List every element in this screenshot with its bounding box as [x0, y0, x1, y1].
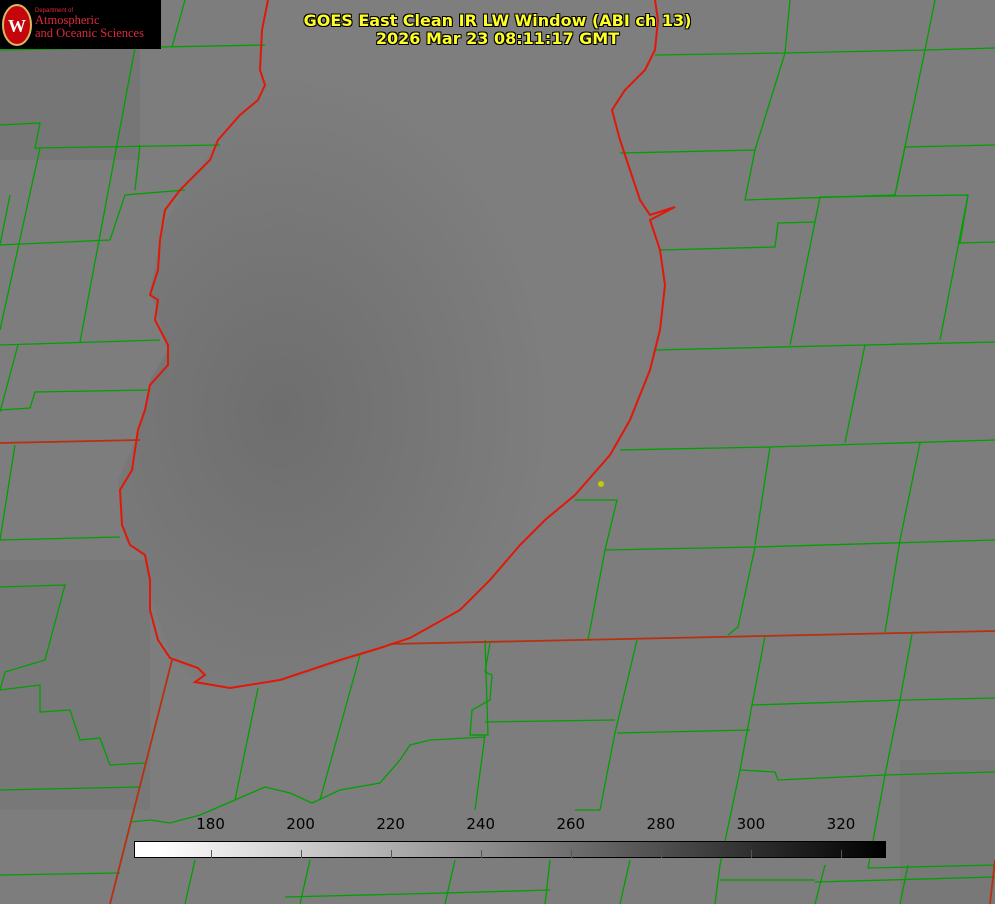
colorbar-tick-mark	[750, 850, 752, 858]
colorbar-tick-label: 300	[736, 815, 766, 833]
cloud-patch	[900, 760, 995, 904]
colorbar-tick-label: 320	[826, 815, 856, 833]
image-title: GOES East Clean IR LW Window (ABI ch 13)…	[0, 12, 995, 48]
title-line1: GOES East Clean IR LW Window (ABI ch 13)	[303, 11, 692, 30]
colorbar-tick-mark	[210, 850, 212, 858]
colorbar-tick-label: 280	[646, 815, 676, 833]
colorbar-tick-mark	[480, 850, 482, 858]
colorbar-tick-label: 180	[196, 815, 225, 833]
cloud-patch	[0, 40, 140, 160]
colorbar-tick-mark	[660, 850, 662, 858]
colorbar-tick-label: 200	[286, 815, 315, 833]
location-marker	[598, 481, 604, 487]
colorbar-tick-label: 240	[466, 815, 496, 833]
satellite-map	[0, 0, 995, 904]
temperature-colorbar	[134, 841, 886, 858]
colorbar-tick-mark	[570, 850, 572, 858]
colorbar-tick-mark	[840, 850, 842, 858]
colorbar-tick-label: 260	[556, 815, 586, 833]
title-line2: 2026 Mar 23 08:11:17 GMT	[375, 29, 620, 48]
cloud-patch	[0, 560, 150, 810]
colorbar-tick-mark	[300, 850, 302, 858]
colorbar-tick-mark	[390, 850, 392, 858]
colorbar-tick-label: 220	[376, 815, 405, 833]
